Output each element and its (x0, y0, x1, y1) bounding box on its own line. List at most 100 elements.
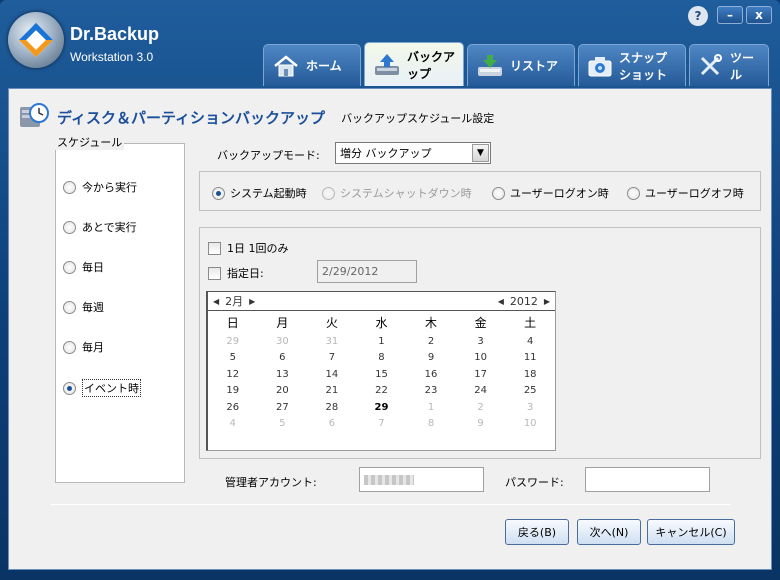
schedule-option-label: 毎日 (82, 261, 104, 274)
tab-backup[interactable]: バックアップ (364, 42, 464, 86)
calendar-day[interactable]: 5 (208, 350, 258, 367)
calendar-day[interactable]: 8 (357, 350, 407, 367)
calendar-day[interactable]: 2 (406, 333, 456, 350)
next-month-icon[interactable]: ▶ (249, 297, 255, 306)
tab-tools[interactable]: ツール (689, 44, 769, 86)
close-button[interactable]: x (746, 6, 772, 24)
back-button[interactable]: 戻る(B) (505, 519, 569, 545)
radio-icon (492, 186, 505, 200)
calendar-day[interactable]: 13 (258, 366, 308, 383)
calendar-day[interactable]: 4 (208, 416, 258, 433)
weekday-label: 水 (375, 315, 388, 330)
specified-date-checkbox[interactable]: 指定日: (208, 265, 264, 281)
tab-snapshot-label: スナップショット (619, 50, 668, 82)
password-label: パスワード: (505, 476, 564, 489)
schedule-option-daily[interactable]: 毎日 (63, 259, 104, 275)
calendar-day[interactable]: 1 (357, 333, 407, 350)
app-logo-icon (8, 12, 64, 68)
once-per-day-checkbox[interactable]: 1日 1回のみ (208, 240, 289, 256)
schedule-group-label: スケジュール (55, 134, 125, 150)
event-option-logon[interactable]: ユーザーログオン時 (492, 185, 609, 201)
calendar-day[interactable]: 6 (258, 350, 308, 367)
calendar-day[interactable]: 21 (307, 383, 357, 400)
calendar-day[interactable]: 18 (505, 366, 555, 383)
calendar-day[interactable]: 10 (505, 416, 555, 433)
schedule-option-monthly[interactable]: 毎月 (63, 339, 104, 355)
calendar-day[interactable]: 12 (208, 366, 258, 383)
specified-date-label: 指定日: (227, 267, 264, 280)
window-controls: ? – x (688, 6, 772, 26)
calendar-header: ◀ 2月 ▶ ◀ 2012 ▶ (208, 292, 555, 311)
calendar-day[interactable]: 3 (456, 333, 506, 350)
tab-snapshot[interactable]: スナップショット (578, 44, 686, 86)
main-panel: ディスク＆パーティションバックアップ バックアップスケジュール設定 今から実行 … (8, 88, 772, 570)
camera-icon (587, 53, 613, 79)
event-option-startup[interactable]: システム起動時 (212, 185, 307, 201)
calendar-day[interactable]: 8 (406, 416, 456, 433)
calendar-day[interactable]: 25 (505, 383, 555, 400)
calendar-week: 19 20 21 22 23 24 25 (208, 383, 555, 400)
calendar-day[interactable]: 14 (307, 366, 357, 383)
calendar-day[interactable]: 29 (208, 333, 258, 350)
calendar-day[interactable]: 30 (258, 333, 308, 350)
event-option-label: ユーザーログオン時 (510, 187, 609, 200)
calendar-day[interactable]: 27 (258, 399, 308, 416)
calendar-day[interactable]: 28 (307, 399, 357, 416)
event-option-logoff[interactable]: ユーザーログオフ時 (627, 185, 744, 201)
prev-year-icon[interactable]: ◀ (498, 297, 504, 306)
calendar-day[interactable]: 7 (357, 416, 407, 433)
admin-account-input[interactable] (359, 467, 484, 492)
prev-month-icon[interactable]: ◀ (213, 297, 219, 306)
calendar-day[interactable]: 19 (208, 383, 258, 400)
calendar-day[interactable]: 9 (406, 350, 456, 367)
calendar-day[interactable]: 1 (406, 399, 456, 416)
calendar-day[interactable]: 10 (456, 350, 506, 367)
calendar-day[interactable]: 31 (307, 333, 357, 350)
tab-restore[interactable]: リストア (467, 44, 575, 86)
calendar-day[interactable]: 23 (406, 383, 456, 400)
minimize-button[interactable]: – (717, 6, 743, 24)
event-options-box: システム起動時 システムシャットダウン時 ユーザーログオン時 ユーザーログオフ時 (199, 171, 761, 211)
calendar-day[interactable]: 24 (456, 383, 506, 400)
tab-home-label: ホーム (306, 59, 342, 73)
month-nav: ◀ 2月 ▶ (213, 293, 255, 309)
calendar-day[interactable]: 17 (456, 366, 506, 383)
password-input[interactable] (585, 467, 710, 492)
calendar-day[interactable]: 5 (258, 416, 308, 433)
main-tabs: ホーム バックアップ リストア スナップショット ツール (263, 42, 769, 86)
calendar-day[interactable]: 20 (258, 383, 308, 400)
weekday-label: 火 (325, 315, 338, 330)
tab-home[interactable]: ホーム (263, 44, 361, 86)
chevron-down-icon[interactable]: ▼ (472, 144, 489, 162)
calendar-day[interactable]: 16 (406, 366, 456, 383)
event-option-label: ユーザーログオフ時 (645, 187, 744, 200)
calendar-year: 2012 (509, 294, 538, 308)
schedule-option-event[interactable]: イベント時 (63, 379, 141, 397)
calendar-day-selected[interactable]: 29 (357, 399, 407, 416)
calendar-day[interactable]: 9 (456, 416, 506, 433)
page-header: ディスク＆パーティションバックアップ バックアップスケジュール設定 (19, 103, 494, 132)
radio-icon (63, 220, 76, 234)
calendar-day[interactable]: 15 (357, 366, 407, 383)
weekday-row: 日 月 火 水 木 金 土 (208, 311, 555, 333)
schedule-option-now[interactable]: 今から実行 (63, 179, 137, 195)
next-button[interactable]: 次へ(N) (577, 519, 641, 545)
calendar-day[interactable]: 6 (307, 416, 357, 433)
schedule-option-later[interactable]: あとで実行 (63, 219, 137, 235)
weekday-label: 木 (425, 315, 438, 330)
schedule-option-label: イベント時 (82, 379, 141, 397)
next-year-icon[interactable]: ▶ (544, 297, 550, 306)
cancel-button[interactable]: キャンセル(C) (647, 519, 735, 545)
calendar-day[interactable]: 3 (505, 399, 555, 416)
help-button[interactable]: ? (688, 6, 708, 26)
calendar-day[interactable]: 26 (208, 399, 258, 416)
backup-mode-select[interactable]: 増分 バックアップ ▼ (335, 142, 491, 164)
calendar-day[interactable]: 2 (456, 399, 506, 416)
calendar-day[interactable]: 11 (505, 350, 555, 367)
calendar-day[interactable]: 4 (505, 333, 555, 350)
schedule-option-weekly[interactable]: 毎週 (63, 299, 104, 315)
calendar-day[interactable]: 7 (307, 350, 357, 367)
tab-backup-label: バックアップ (407, 49, 456, 81)
calendar-day[interactable]: 22 (357, 383, 407, 400)
specified-date-input[interactable]: 2/29/2012 (317, 260, 417, 283)
